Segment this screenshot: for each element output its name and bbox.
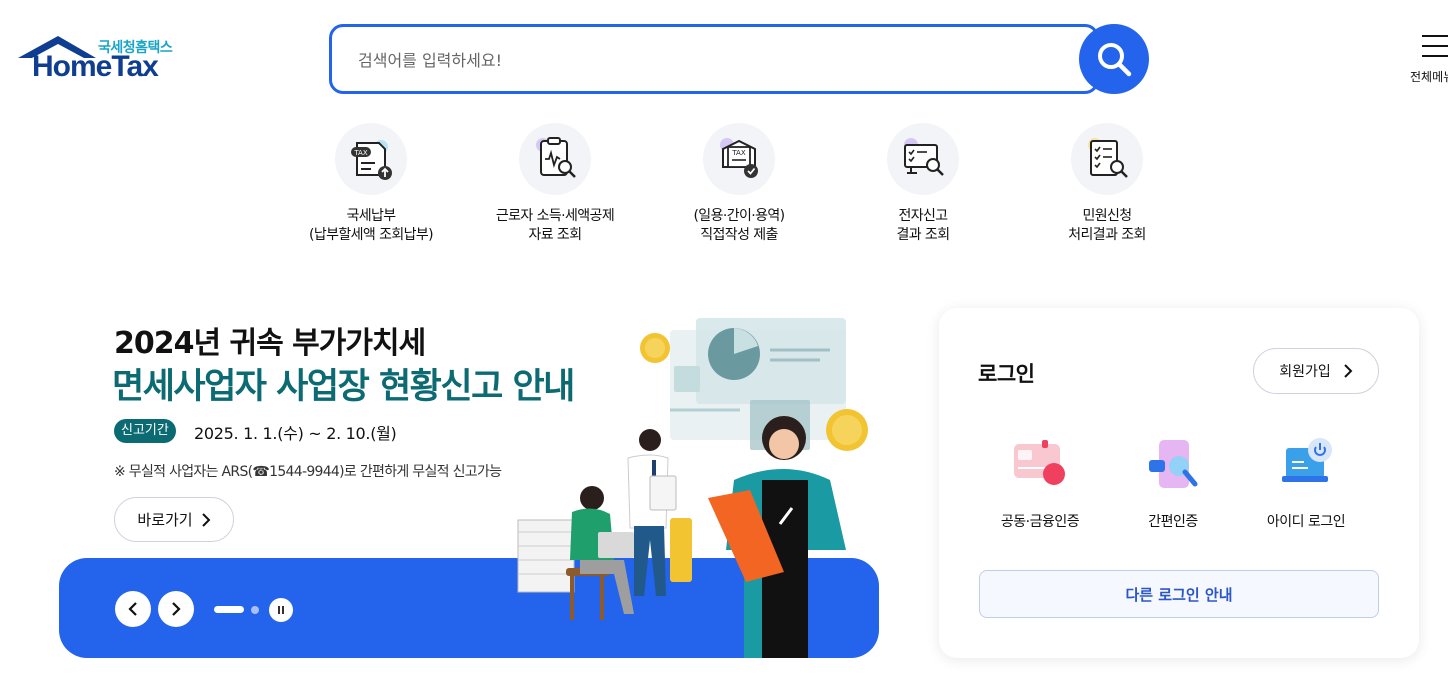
quick-link-label-line2: 직접작성 제출 (700, 227, 778, 243)
quick-link-direct-submit[interactable]: TAX (일용·간이·용역) 직접작성 제출 (664, 123, 814, 245)
search-box (329, 24, 1099, 94)
quick-link-label-line1: (일용·간이·용역) (693, 208, 785, 224)
all-menu-label: 전체메뉴 (1410, 70, 1448, 84)
banner-next-button[interactable] (158, 591, 194, 627)
period-badge: 신고기간 (114, 419, 176, 443)
login-option-simple[interactable]: 간편인증 (1106, 436, 1240, 531)
banner-title-line2: 면세사업자 사업장 현황신고 안내 (112, 367, 575, 407)
banner-indicator-active[interactable] (214, 606, 244, 613)
login-option-label: 아이디 로그인 (1266, 514, 1346, 530)
e-filing-result-icon (887, 123, 959, 195)
quick-link-label-line2: (납부할세액 조회납부) (308, 227, 434, 243)
quick-link-label-line2: 처리결과 조회 (1068, 227, 1146, 243)
tax-payment-icon: TAX (335, 123, 407, 195)
banner-title-line1: 2024년 귀속 부가가치세 (114, 326, 426, 361)
pause-icon (278, 606, 280, 614)
login-option-label: 간편인증 (1148, 514, 1198, 530)
svg-text:TAX: TAX (731, 149, 746, 157)
quick-link-label-line2: 결과 조회 (896, 227, 951, 243)
quick-link-label-line1: 근로자 소득·세액공제 (495, 208, 615, 224)
all-menu-button[interactable]: 전체메뉴 (1410, 32, 1448, 88)
other-login-guide-button[interactable]: 다른 로그인 안내 (979, 570, 1379, 618)
certificate-card-icon (1008, 436, 1072, 496)
login-option-id[interactable]: 아이디 로그인 (1239, 436, 1373, 531)
id-login-icon (1274, 436, 1338, 496)
join-button[interactable]: 회원가입 (1253, 348, 1379, 394)
chevron-right-icon (1344, 364, 1353, 378)
svg-text:TAX: TAX (353, 149, 368, 157)
chevron-right-icon (172, 602, 181, 616)
banner-pause-button[interactable] (269, 598, 293, 622)
banner-prev-button[interactable] (115, 591, 151, 627)
chevron-right-icon (201, 512, 211, 527)
simple-auth-icon (1141, 436, 1205, 496)
deduction-document-icon (519, 123, 591, 195)
login-panel: 로그인 회원가입 공동·금융인증 간편인증 아이디 로그인 다른 로그인 안내 (939, 308, 1419, 658)
quick-link-label-line1: 전자신고 (898, 208, 948, 224)
banner-indicator[interactable] (251, 606, 259, 614)
quick-link-civil-request[interactable]: 민원신청처리결과 조회 (1032, 123, 1182, 245)
quick-link-label-line2: 자료 조회 (528, 227, 583, 243)
search-button[interactable] (1079, 24, 1149, 94)
login-title: 로그인 (978, 362, 1035, 386)
hamburger-icon (1422, 35, 1448, 65)
login-option-label: 공동·금융인증 (1000, 514, 1080, 530)
quick-link-label-line1: 국세납부 (346, 208, 396, 224)
search-input[interactable] (358, 46, 1048, 74)
join-button-label: 회원가입 (1279, 364, 1331, 380)
logo-wordmark: HomeTax (32, 50, 159, 83)
other-login-guide-label: 다른 로그인 안내 (1125, 585, 1233, 604)
civil-request-icon (1071, 123, 1143, 195)
quick-link-deduction[interactable]: 근로자 소득·세액공제자료 조회 (480, 123, 630, 245)
hometax-logo[interactable]: 국세청홈택스 HomeTax (18, 33, 180, 87)
search-icon (1098, 43, 1132, 77)
tax-report-illustration (517, 318, 868, 658)
quick-link-tax-payment[interactable]: TAX 국세납부 (납부할세액 조회납부) (296, 123, 446, 245)
tax-submit-icon: TAX (703, 123, 775, 195)
login-option-certificate[interactable]: 공동·금융인증 (973, 436, 1107, 531)
banner-note: ※ 무실적 사업자는 ARS(☎1544-9944)로 간편하게 무실적 신고가… (114, 464, 502, 480)
go-button-label: 바로가기 (137, 511, 193, 529)
quick-link-e-filing-result[interactable]: 전자신고결과 조회 (848, 123, 998, 245)
go-button[interactable]: 바로가기 (114, 497, 234, 542)
quick-link-label-line1: 민원신청 (1082, 208, 1132, 224)
period-dates: 2025. 1. 1.(수) ~ 2. 10.(월) (194, 424, 397, 443)
chevron-left-icon (128, 602, 137, 616)
